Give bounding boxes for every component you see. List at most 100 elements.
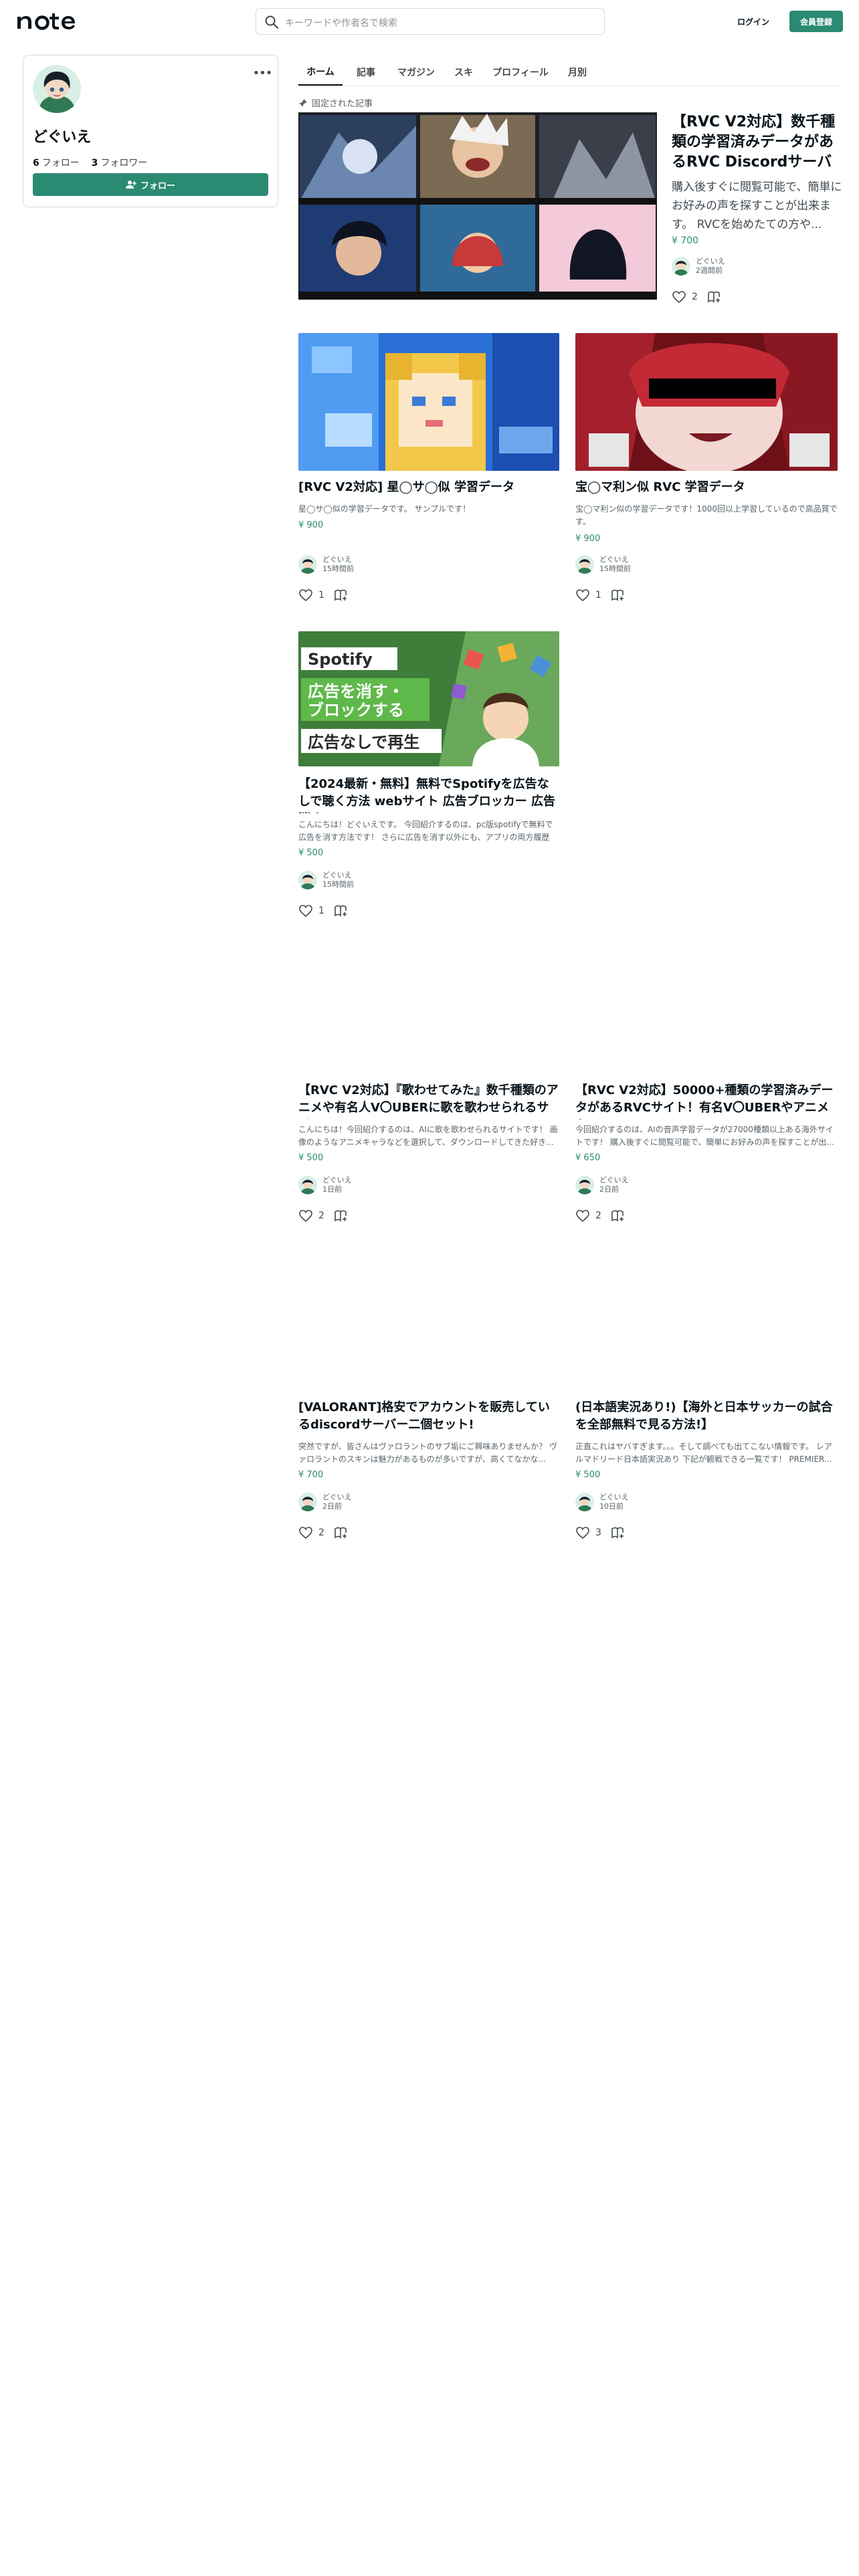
author-avatar	[298, 555, 317, 574]
thumb-line3-text: 広告なしで再生	[308, 733, 419, 752]
article-author[interactable]: どぐいえ 10日前	[575, 1493, 629, 1511]
magazine-add-icon[interactable]	[611, 588, 626, 602]
search-placeholder: キーワードや作者名で検索	[285, 18, 397, 29]
search-icon	[265, 15, 279, 29]
signup-button[interactable]: 会員登録	[789, 11, 843, 32]
tab-magazine[interactable]: マガジン	[391, 59, 442, 86]
heart-icon[interactable]	[298, 588, 313, 602]
article-price: ¥ 900	[575, 534, 601, 544]
login-button[interactable]: ログイン	[731, 12, 776, 31]
thumb-line1-text: 広告を消す・	[308, 682, 404, 701]
more-options-icon[interactable]: •••	[251, 66, 274, 81]
follow-button[interactable]: フォロー	[33, 173, 268, 196]
author-avatar	[298, 1176, 317, 1194]
tab-monthly[interactable]: 月別	[561, 59, 594, 86]
author-avatar	[298, 871, 317, 889]
author-avatar	[575, 555, 594, 574]
like-count: 1	[595, 590, 601, 601]
article-title[interactable]: 【RVC V2対応】『歌わせてみた』数千種類のアニメや有名人V〇UBERに歌を歌…	[298, 1082, 559, 1119]
magazine-add-icon[interactable]	[334, 1526, 349, 1539]
magazine-add-icon[interactable]	[707, 290, 722, 304]
magazine-add-icon[interactable]	[611, 1526, 626, 1539]
tab-articles[interactable]: 記事	[349, 59, 383, 86]
article-price: ¥ 900	[298, 520, 324, 530]
article-desc: 今回紹介するのは、AIの音声学習データが27000種類以上ある海外サイトです！ …	[575, 1125, 834, 1147]
thumb-brand-text: Spotify	[308, 650, 373, 669]
pinned-article-price: ¥ 700	[672, 235, 699, 246]
magazine-add-icon[interactable]	[334, 904, 349, 918]
magazine-add-icon[interactable]	[334, 1209, 349, 1222]
follow-count[interactable]: 6 フォロー	[33, 158, 80, 169]
magazine-add-icon[interactable]	[611, 1209, 626, 1222]
like-count: 2	[318, 1210, 324, 1221]
article-actions: 1	[298, 588, 349, 602]
article-desc: 宝◯マ利ン似の学習データです！1000回以上学習しているので高品質です。	[575, 504, 838, 526]
tab-home[interactable]: ホーム	[298, 59, 343, 86]
article-title[interactable]: (日本語実況あり!)【海外と日本サッカーの試合を全部無料で見る方法!】	[575, 1399, 838, 1436]
pinned-article-title[interactable]: 【RVC V2対応】数千種類の学習済みデータがあるRVC Discordサーバー…	[672, 112, 847, 173]
profile-name[interactable]: どぐいえ	[33, 125, 91, 146]
article-actions: 1	[575, 588, 626, 602]
article-desc: こんにちは！今回紹介するのは、AIに歌を歌わせられるサイトです！ 画像のようなア…	[298, 1125, 558, 1147]
article-author[interactable]: どぐいえ 15時間前	[575, 555, 631, 574]
like-count: 1	[318, 590, 324, 601]
article-title[interactable]: 【RVC V2対応】50000+種類の学習済みデータがあるRVCサイト！有名V〇…	[575, 1082, 838, 1119]
article-price: ¥ 500	[575, 1470, 601, 1480]
tab-profile[interactable]: プロフィール	[487, 59, 554, 86]
tab-likes[interactable]: スキ	[448, 59, 479, 86]
search-input[interactable]: キーワードや作者名で検索	[256, 8, 605, 35]
heart-icon[interactable]	[575, 588, 590, 602]
article-actions: 2	[298, 1526, 349, 1539]
like-count: 2	[692, 292, 698, 302]
heart-icon[interactable]	[575, 1526, 590, 1539]
heart-icon[interactable]	[672, 290, 686, 304]
article-desc: 突然ですが、皆さんはヴァロラントのサブ垢にご興味ありませんか？ ヴァロラントのス…	[298, 1442, 557, 1464]
author-avatar	[575, 1176, 594, 1194]
article-title[interactable]: [VALORANT]格安でアカウントを販売しているdiscordサーバー二個セッ…	[298, 1399, 559, 1436]
note-logo[interactable]	[15, 11, 85, 31]
follower-count[interactable]: 3 フォロワー	[92, 158, 148, 169]
article-desc: 星◯サ◯似の学習データです。 サンプルです！	[298, 504, 471, 514]
article-title[interactable]: 【2024最新・無料】無料でSpotifyを広告なしで聴く方法 webサイト 広…	[298, 776, 559, 813]
magazine-add-icon[interactable]	[334, 588, 349, 602]
like-count: 2	[595, 1210, 601, 1221]
article-thumbnail[interactable]	[575, 333, 838, 471]
like-count: 2	[318, 1527, 324, 1538]
article-title[interactable]: 宝◯マ利ン似 RVC 学習データ	[575, 479, 838, 499]
article-price: ¥ 500	[298, 1153, 324, 1163]
article-actions: 1	[298, 904, 349, 918]
article-desc: 正直これはヤバすぎます。。。そして調べても出てこない情報です。 レアルマドリード…	[575, 1442, 832, 1464]
article-actions: 2	[298, 1209, 349, 1222]
article-desc: こんにちは！どぐいえです。 今回紹介するのは、pc版spotifyで無料で広告を…	[298, 820, 553, 842]
article-thumbnail[interactable]	[298, 333, 559, 471]
article-author[interactable]: どぐいえ 15時間前	[298, 871, 354, 889]
article-title[interactable]: [RVC V2対応] 星◯サ◯似 学習データ	[298, 479, 559, 499]
pinned-article-author[interactable]: どぐいえ 2週間前	[672, 257, 725, 276]
add-user-icon	[125, 181, 136, 189]
author-avatar	[575, 1493, 594, 1511]
article-author[interactable]: どぐいえ 2日前	[298, 1493, 352, 1511]
article-author[interactable]: どぐいえ 15時間前	[298, 555, 354, 574]
heart-icon[interactable]	[298, 904, 313, 918]
profile-card: ••• どぐいえ 6 フォロー 3 フォロワー フォロー	[23, 55, 278, 207]
article-actions: 3	[575, 1526, 626, 1539]
article-author[interactable]: どぐいえ 1日前	[298, 1176, 352, 1194]
heart-icon[interactable]	[298, 1526, 313, 1539]
profile-tabs: ホーム 記事 マガジン スキ プロフィール 月別	[298, 59, 840, 86]
pin-icon	[299, 98, 307, 107]
pinned-article-actions: 2	[672, 290, 722, 304]
pinned-article-thumbnail[interactable]	[298, 112, 657, 300]
avatar[interactable]	[33, 65, 81, 113]
article-thumbnail[interactable]: Spotify 広告を消す・ ブロックする 広告なしで再生	[298, 631, 559, 766]
article-price: ¥ 500	[298, 848, 324, 858]
heart-icon[interactable]	[575, 1209, 590, 1222]
profile-stats: 6 フォロー 3 フォロワー	[33, 156, 147, 169]
like-count: 1	[318, 905, 324, 916]
like-count: 3	[595, 1527, 601, 1538]
article-actions: 2	[575, 1209, 626, 1222]
pinned-article-desc: 購入後すぐに閲覧可能で、簡単にお好みの声を探すことが出来ます。 RVCを始めたて…	[672, 181, 842, 231]
author-avatar	[672, 257, 690, 276]
heart-icon[interactable]	[298, 1209, 313, 1222]
pinned-label: 固定された記事	[298, 96, 373, 109]
article-author[interactable]: どぐいえ 2日前	[575, 1176, 629, 1194]
